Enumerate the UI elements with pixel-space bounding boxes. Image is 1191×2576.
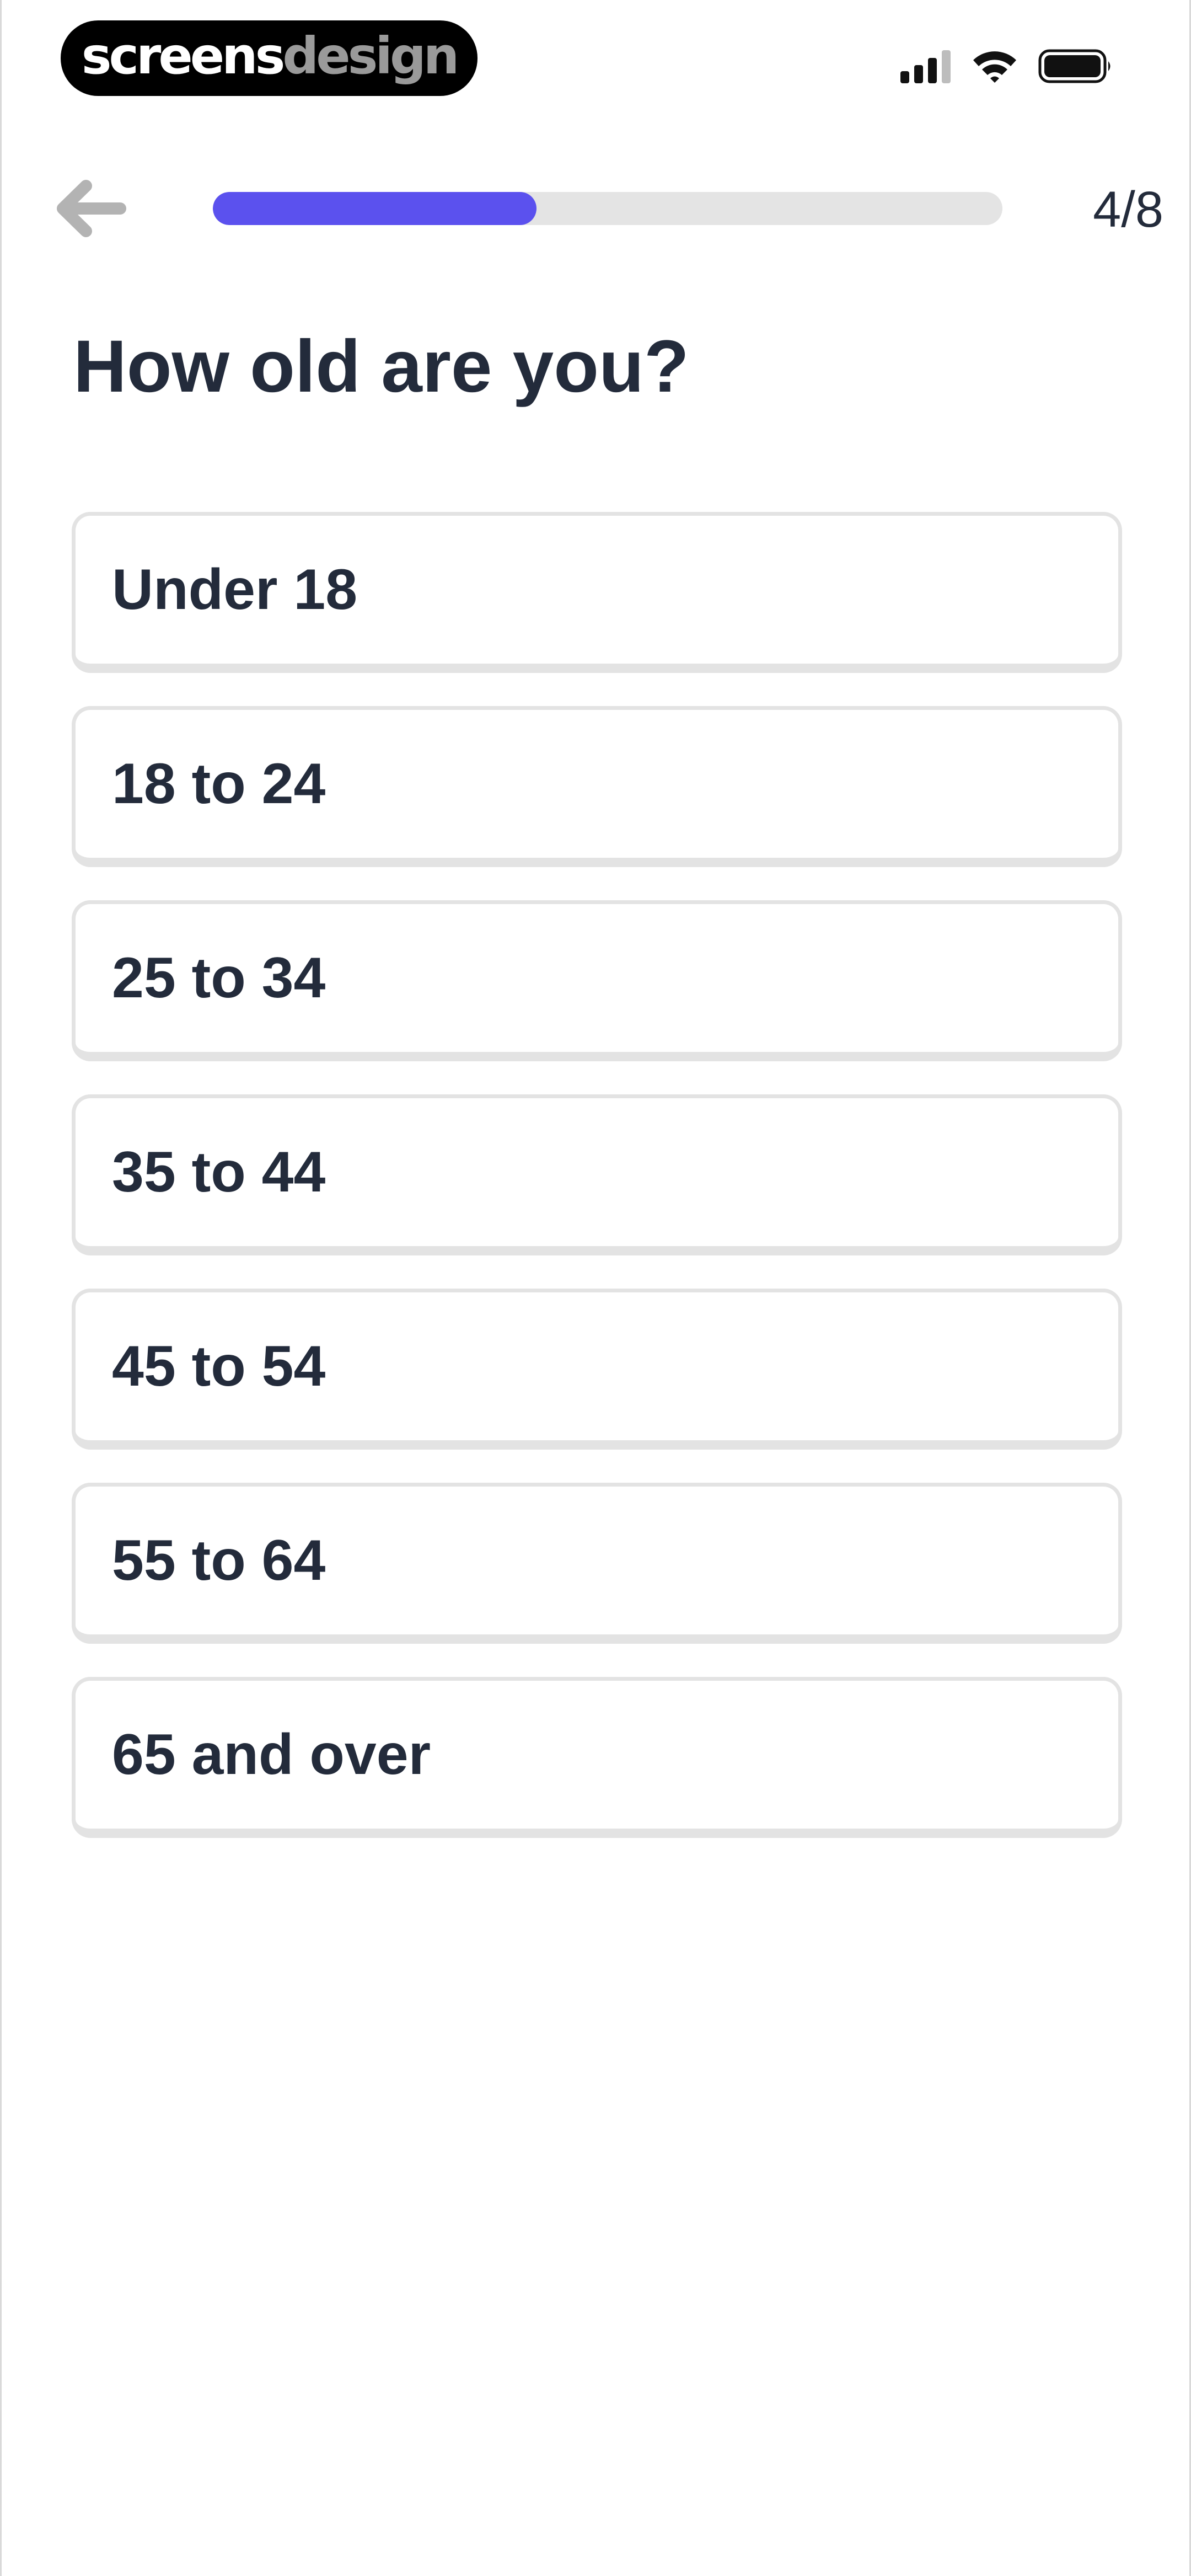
option-25-to-34[interactable]: 25 to 34 — [72, 900, 1122, 1061]
wifi-icon — [971, 49, 1018, 83]
status-icons — [900, 47, 1112, 85]
brand-logo: screensdesign — [61, 20, 478, 96]
option-45-to-54[interactable]: 45 to 54 — [72, 1289, 1122, 1450]
option-under-18[interactable]: Under 18 — [72, 512, 1122, 673]
battery-icon — [1038, 49, 1112, 83]
option-label: 65 and over — [112, 1723, 431, 1787]
option-55-to-64[interactable]: 55 to 64 — [72, 1483, 1122, 1644]
step-counter: 4/8 — [1093, 181, 1163, 238]
option-18-to-24[interactable]: 18 to 24 — [72, 706, 1122, 867]
brand-wordmark-strong: screens — [81, 26, 286, 85]
progress-bar — [213, 192, 1002, 225]
brand-wordmark: screensdesign — [82, 30, 460, 82]
status-bar: screensdesign — [2, 0, 1189, 121]
option-65-and-over[interactable]: 65 and over — [72, 1677, 1122, 1838]
option-label: 55 to 64 — [112, 1529, 326, 1592]
back-button[interactable] — [46, 174, 134, 245]
option-label: 18 to 24 — [112, 752, 326, 816]
option-label: 35 to 44 — [112, 1140, 326, 1204]
age-options-list: Under 18 18 to 24 25 to 34 35 to 44 45 t… — [72, 512, 1122, 1838]
page-title: How old are you? — [73, 325, 689, 408]
option-label: Under 18 — [112, 558, 358, 622]
brand-wordmark-light: design — [282, 26, 459, 85]
onboarding-screen: screensdesign 4/8 How old are you? Under… — [0, 0, 1191, 2576]
arrow-left-icon — [53, 178, 127, 242]
option-label: 45 to 54 — [112, 1334, 326, 1398]
option-35-to-44[interactable]: 35 to 44 — [72, 1094, 1122, 1255]
progress-bar-fill — [213, 192, 537, 225]
cellular-signal-icon — [900, 49, 951, 83]
option-label: 25 to 34 — [112, 946, 326, 1010]
